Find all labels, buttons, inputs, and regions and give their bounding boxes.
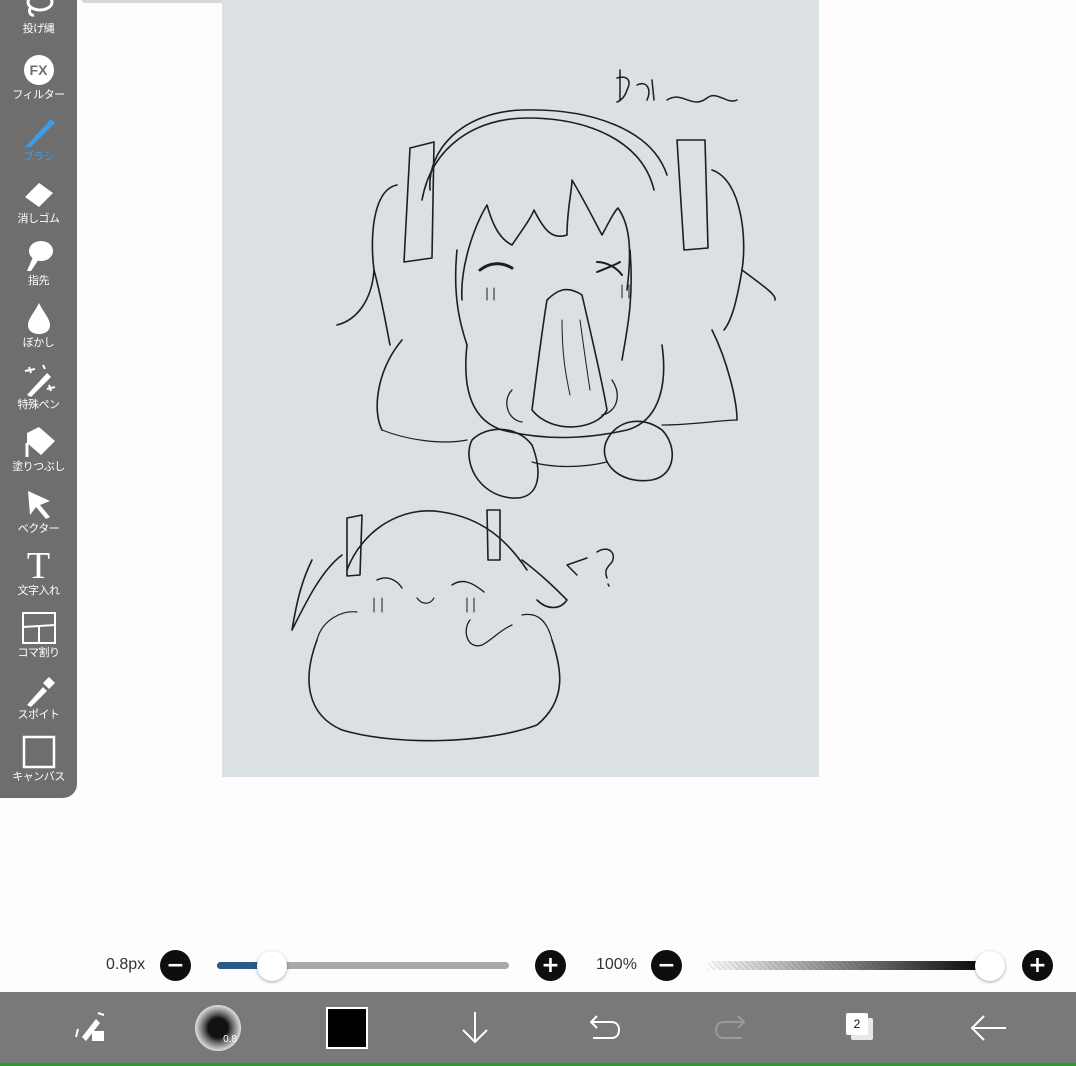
brush-controls: 0.8px − + 100% − + — [0, 940, 1076, 992]
tool-label: スポイト — [17, 708, 61, 721]
current-color-swatch — [326, 1006, 368, 1049]
tool-fill[interactable]: 塗りつぶし — [0, 424, 77, 486]
brush-selector-button[interactable]: 0.8 — [193, 992, 243, 1063]
tool-eraser[interactable]: 消しゴム — [0, 176, 77, 238]
panel-split-icon — [19, 610, 59, 646]
bottom-toolbar: 0.8 2 — [0, 992, 1076, 1066]
back-button[interactable] — [966, 992, 1010, 1063]
brush-eraser-toggle-icon — [75, 1011, 105, 1041]
tool-lasso[interactable]: 投げ縄 — [0, 0, 77, 48]
minus-icon: − — [657, 952, 676, 978]
tool-label: 文字入れ — [17, 584, 61, 597]
brush-preview-icon: 0.8 — [195, 1004, 241, 1051]
finger-icon — [19, 238, 59, 274]
fx-icon: FX — [19, 52, 59, 88]
plus-icon: + — [541, 952, 560, 978]
opacity-slider-thumb[interactable] — [975, 951, 1005, 981]
fx-icon-text: FX — [23, 55, 54, 85]
arrow-down-icon — [462, 1011, 488, 1043]
tool-label: 指先 — [28, 274, 50, 287]
brush-icon — [19, 114, 59, 150]
opacity-slider[interactable] — [708, 961, 990, 970]
text-icon: T — [19, 545, 59, 587]
plus-icon: + — [1028, 952, 1047, 978]
tool-vector[interactable]: ベクター — [0, 486, 77, 548]
tool-sidebar: 投げ縄 FX フィルター ブラシ 消しゴム 指先 ぼかし 特殊ペン 塗りつぶし … — [0, 0, 77, 798]
download-button[interactable] — [455, 992, 495, 1063]
drawing-canvas[interactable] — [222, 0, 819, 777]
tool-label: コマ割り — [17, 646, 61, 659]
tool-label: ぼかし — [22, 336, 55, 349]
undo-icon — [589, 1014, 621, 1039]
tool-label: 投げ縄 — [22, 22, 55, 35]
layers-icon: 2 — [846, 1012, 876, 1043]
undo-button[interactable] — [583, 992, 623, 1063]
tool-label: ベクター — [17, 522, 60, 535]
text-icon-glyph: T — [26, 545, 51, 587]
tool-text[interactable]: T 文字入れ — [0, 545, 77, 610]
opacity-decrease-button[interactable]: − — [651, 950, 682, 981]
tool-blur[interactable]: ぼかし — [0, 300, 77, 362]
fill-bucket-icon — [19, 424, 59, 460]
tool-label: キャンバス — [12, 770, 65, 783]
brush-size-slider-thumb[interactable] — [257, 951, 288, 981]
layer-count: 2 — [846, 1012, 868, 1035]
arrow-left-icon — [970, 1014, 1006, 1041]
opacity-increase-button[interactable]: + — [1022, 950, 1053, 981]
tool-finger[interactable]: 指先 — [0, 238, 77, 300]
tool-eyedropper[interactable]: スポイト — [0, 672, 77, 734]
tool-label: フィルター — [12, 88, 65, 101]
canvas-icon — [19, 734, 59, 770]
color-picker-button[interactable] — [324, 992, 370, 1063]
brush-size-decrease-button[interactable]: − — [160, 950, 191, 981]
eraser-icon — [19, 176, 59, 212]
minus-icon: − — [166, 952, 185, 978]
transform-tools-button[interactable] — [66, 992, 116, 1063]
layers-button[interactable]: 2 — [840, 992, 882, 1063]
magic-wand-icon — [19, 362, 59, 398]
brush-size-badge: 0.8 — [223, 1033, 237, 1045]
tool-label: 塗りつぶし — [12, 460, 65, 473]
arrow-cursor-icon — [19, 486, 59, 522]
tool-label: 消しゴム — [17, 212, 61, 225]
tool-label: 特殊ペン — [17, 398, 61, 411]
eyedropper-icon — [19, 672, 59, 708]
tool-canvas[interactable]: キャンバス — [0, 734, 77, 796]
tool-filter[interactable]: FX フィルター — [0, 52, 77, 114]
brush-size-increase-button[interactable]: + — [535, 950, 566, 981]
lasso-icon — [19, 0, 59, 22]
tool-special-pen[interactable]: 特殊ペン — [0, 362, 77, 424]
opacity-value: 100% — [596, 956, 637, 973]
sketch-artwork — [291, 69, 776, 742]
tool-brush[interactable]: ブラシ — [0, 114, 77, 176]
blur-drop-icon — [19, 300, 59, 336]
redo-icon — [714, 1014, 746, 1039]
brush-size-value: 0.8px — [106, 956, 146, 973]
tool-label: ブラシ — [22, 150, 55, 163]
redo-button[interactable] — [712, 992, 752, 1063]
tool-panel-split[interactable]: コマ割り — [0, 610, 77, 672]
